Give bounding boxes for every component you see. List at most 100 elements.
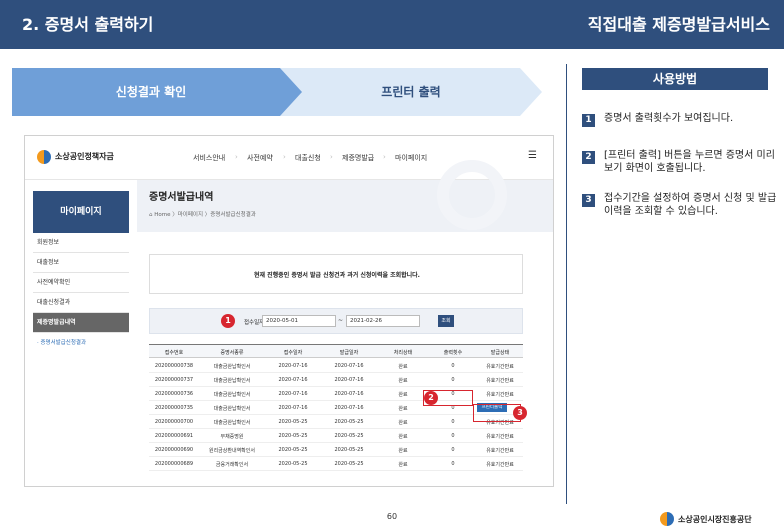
table-cell: 2020-05-25 bbox=[334, 447, 364, 453]
table-cell: 2020-05-25 bbox=[278, 433, 308, 439]
table-cell: 2020-07-16 bbox=[278, 377, 308, 383]
website-screenshot: 소상공인정책자금 서비스안내 › 사전예약 › 대출신청 › 제증명발급 › 마… bbox=[24, 135, 554, 487]
table-header: 접수번호 증명서종류 접수일자 발급일자 처리상태 출력횟수 발급상태 bbox=[149, 344, 523, 358]
table-cell: 대출금완납확인서 bbox=[213, 364, 251, 370]
column-header: 출력횟수 bbox=[443, 350, 463, 356]
usage-text: [프린터 출력] 버튼을 누르면 증명서 미리보기 화면이 호출됩니다. bbox=[604, 150, 775, 174]
table-row: 202000000690 원리금상환내역확인서 2020-05-25 2020-05-… bbox=[149, 443, 523, 457]
table-cell: 0 bbox=[451, 461, 455, 467]
table-cell: 2020-07-16 bbox=[334, 405, 364, 411]
step-printer-output: 프린터 출력 bbox=[280, 68, 542, 116]
table-cell: 202000000689 bbox=[154, 461, 194, 467]
sidebar-item-member[interactable]: 회원정보 bbox=[33, 233, 129, 253]
table-cell: 완료 bbox=[398, 462, 408, 468]
table-cell: 금융거래확인서 bbox=[215, 462, 249, 468]
table-cell: 202000000736 bbox=[154, 391, 194, 397]
breadcrumb: ⌂ Home 〉마이페이지 〉증명서발급신청결과 bbox=[149, 212, 256, 218]
sidebar-item-reservation[interactable]: 사전예약확인 bbox=[33, 273, 129, 293]
table-cell: 2020-05-25 bbox=[278, 461, 308, 467]
table-cell: 202000000738 bbox=[154, 363, 194, 369]
usage-item-1: 1 증명서 출력횟수가 보여집니다. bbox=[582, 112, 777, 127]
sidebar-title: 마이페이지 bbox=[33, 191, 129, 233]
nav-mypage[interactable]: 마이페이지 bbox=[395, 153, 427, 163]
callout-badge-2: 2 bbox=[424, 391, 438, 405]
table-cell: 0 bbox=[451, 419, 455, 425]
table-cell: 대출금완납확인서 bbox=[213, 378, 251, 384]
nav-certificates[interactable]: 제증명발급 bbox=[342, 153, 374, 163]
column-header: 증명서종류 bbox=[220, 350, 244, 356]
search-button[interactable]: 조회 bbox=[438, 315, 454, 327]
date-to-input[interactable]: 2021-02-26 bbox=[346, 315, 420, 327]
nav-reservation[interactable]: 사전예약 bbox=[247, 153, 273, 163]
table-cell: 원리금상환내역확인서 bbox=[208, 448, 255, 454]
table-cell: 유효기간만료 bbox=[486, 448, 514, 454]
sidebar-item-loan-result[interactable]: 대출신청결과 bbox=[33, 293, 129, 313]
column-header: 발급상태 bbox=[490, 350, 510, 356]
step-result-check: 신청결과 확인 bbox=[12, 68, 312, 116]
table-cell: 0 bbox=[451, 377, 455, 383]
org-name: 소상공인시장진흥공단 bbox=[678, 515, 752, 524]
table-cell: 2020-05-25 bbox=[334, 461, 364, 467]
table-cell: 2020-05-25 bbox=[334, 419, 364, 425]
table-row: 202000000700 대출금완납확인서 2020-05-25 2020-05-25… bbox=[149, 415, 523, 429]
table-cell: 202000000691 bbox=[154, 433, 194, 439]
notice-box: 현재 진행중인 증명서 발급 신청건과 과거 신청이력을 조회합니다. bbox=[149, 254, 523, 294]
date-range-tilde: ~ bbox=[338, 317, 344, 324]
notice-text: 현재 진행중인 증명서 발급 신청건과 과거 신청이력을 조회합니다. bbox=[254, 272, 420, 279]
table-cell: 유효기간만료 bbox=[486, 434, 514, 440]
table-cell: 0 bbox=[451, 433, 455, 439]
nav-separator: › bbox=[235, 153, 238, 161]
table-cell: 완료 bbox=[398, 434, 408, 440]
column-header: 접수일자 bbox=[283, 350, 303, 356]
hamburger-menu-icon[interactable]: ☰ bbox=[528, 150, 537, 161]
usage-text: 증명서 출력횟수가 보여집니다. bbox=[604, 113, 734, 124]
site-logo-text[interactable]: 소상공인정책자금 bbox=[55, 151, 114, 162]
table-cell: 완료 bbox=[398, 378, 408, 384]
table-row: 202000000689 금융거래확인서 2020-05-25 2020-05-25 완… bbox=[149, 457, 523, 471]
decorative-circle bbox=[437, 160, 507, 230]
page-banner: 증명서발급내역 ⌂ Home 〉마이페이지 〉증명서발급신청결과 bbox=[137, 160, 553, 232]
table-cell: 202000000690 bbox=[154, 447, 194, 453]
org-logo-icon bbox=[660, 512, 674, 526]
date-from-input[interactable]: 2020-05-01 bbox=[262, 315, 336, 327]
table-cell: 완료 bbox=[398, 364, 408, 370]
header-bar: 2. 증명서 출력하기 직접대출 제증명발급서비스 bbox=[0, 0, 784, 49]
sidebar-item-loan-info[interactable]: 대출정보 bbox=[33, 253, 129, 273]
callout-badge-1: 1 bbox=[221, 314, 235, 328]
column-header: 접수번호 bbox=[164, 350, 184, 356]
section-title: 2. 증명서 출력하기 bbox=[22, 15, 154, 34]
usage-number: 1 bbox=[582, 114, 595, 127]
table-cell: 유효기간만료 bbox=[486, 462, 514, 468]
nav-separator: › bbox=[283, 153, 286, 161]
table-cell: 202000000700 bbox=[154, 419, 194, 425]
table-cell: 2020-05-25 bbox=[278, 419, 308, 425]
table-cell: 유효기간만료 bbox=[486, 392, 514, 398]
nav-loan-apply[interactable]: 대출신청 bbox=[295, 153, 321, 163]
table-cell: 대출금완납확인서 bbox=[213, 420, 251, 426]
table-cell: 2020-05-25 bbox=[334, 433, 364, 439]
table-cell: 0 bbox=[451, 363, 455, 369]
usage-title: 사용방법 bbox=[582, 68, 768, 90]
table-cell: 대출금완납확인서 bbox=[213, 392, 251, 398]
table-cell: 유효기간만료 bbox=[486, 364, 514, 370]
usage-item-2: 2 [프린터 출력] 버튼을 누르면 증명서 미리보기 화면이 호출됩니다. bbox=[582, 149, 777, 175]
table-row: 202000000691 부채증명원 2020-05-25 2020-05-25 완료 0… bbox=[149, 429, 523, 443]
table-cell: 2020-07-16 bbox=[334, 363, 364, 369]
table-cell: 완료 bbox=[398, 392, 408, 398]
sidebar-subitem-cert-result[interactable]: · 증명서발급신청결과 bbox=[33, 335, 129, 351]
site-logo-icon bbox=[37, 150, 51, 164]
table-cell: 0 bbox=[451, 447, 455, 453]
nav-service-info[interactable]: 서비스안내 bbox=[193, 153, 225, 163]
nav-separator: › bbox=[330, 153, 333, 161]
usage-number: 2 bbox=[582, 151, 595, 164]
process-steps: 신청결과 확인 프린터 출력 bbox=[12, 68, 542, 116]
table-cell: 2020-05-25 bbox=[278, 447, 308, 453]
callout-badge-3: 3 bbox=[513, 406, 527, 420]
service-title: 직접대출 제증명발급서비스 bbox=[587, 15, 770, 34]
sidebar-item-certificates[interactable]: 제증명발급내역 bbox=[33, 313, 129, 333]
table-cell: 완료 bbox=[398, 448, 408, 454]
table-cell: 부채증명원 bbox=[220, 434, 244, 440]
table-cell: 202000000737 bbox=[154, 377, 194, 383]
table-row: 202000000737 대출금완납확인서 2020-07-16 2020-07-16… bbox=[149, 373, 523, 387]
table-cell: 2020-07-16 bbox=[278, 405, 308, 411]
